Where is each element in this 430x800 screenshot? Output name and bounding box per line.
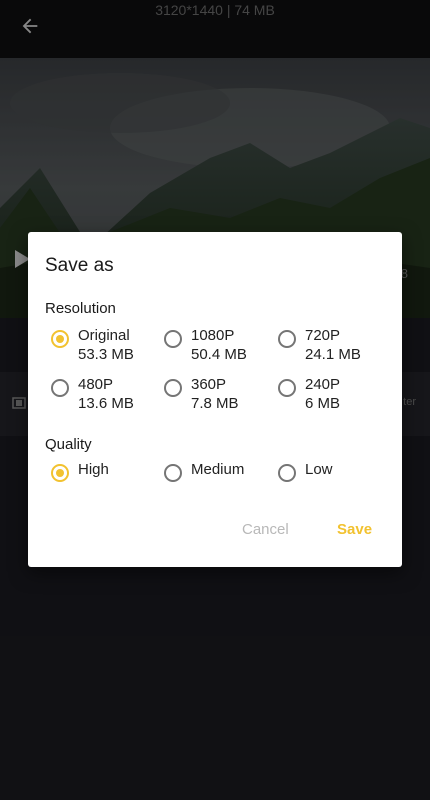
radio-button[interactable]: [51, 379, 69, 397]
option-size: 53.3 MB: [78, 346, 134, 363]
quality-option-high[interactable]: High: [51, 460, 109, 482]
resolution-option-1080p[interactable]: 1080P 50.4 MB: [164, 326, 247, 364]
quality-option-medium[interactable]: Medium: [164, 460, 244, 482]
radio-button[interactable]: [278, 464, 296, 482]
resolution-option-original[interactable]: Original 53.3 MB: [51, 326, 134, 364]
option-label: Medium: [191, 461, 245, 478]
save-button[interactable]: Save: [337, 521, 372, 538]
radio-button[interactable]: [164, 330, 182, 348]
resolution-option-480p[interactable]: 480P 13.6 MB: [51, 375, 134, 413]
radio-button[interactable]: [51, 330, 69, 348]
option-size: 7.8 MB: [191, 395, 239, 412]
editor-screen: 3120*1440 | 74 MB 8 ter Save as Resoluti…: [0, 0, 430, 800]
option-label: 720P: [305, 327, 341, 344]
quality-option-low[interactable]: Low: [278, 460, 333, 482]
option-size: 50.4 MB: [191, 346, 247, 363]
option-label: Low: [305, 461, 333, 478]
radio-button[interactable]: [51, 464, 69, 482]
option-label: 360P: [191, 376, 227, 393]
resolution-label: Resolution: [45, 300, 116, 317]
option-label: 480P: [78, 376, 114, 393]
radio-button[interactable]: [278, 330, 296, 348]
radio-button[interactable]: [164, 379, 182, 397]
save-as-dialog: Save as Resolution Original 53.3 MB 1080…: [28, 232, 402, 567]
option-label: 1080P: [191, 327, 235, 344]
option-size: 13.6 MB: [78, 395, 134, 412]
resolution-option-240p[interactable]: 240P 6 MB: [278, 375, 340, 413]
option-size: 24.1 MB: [305, 346, 361, 363]
option-label: High: [78, 461, 109, 478]
option-size: 6 MB: [305, 395, 341, 412]
dialog-title: Save as: [45, 255, 114, 276]
radio-button[interactable]: [278, 379, 296, 397]
resolution-option-360p[interactable]: 360P 7.8 MB: [164, 375, 239, 413]
option-label: 240P: [305, 376, 341, 393]
resolution-option-720p[interactable]: 720P 24.1 MB: [278, 326, 361, 364]
cancel-button[interactable]: Cancel: [242, 521, 289, 538]
radio-button[interactable]: [164, 464, 182, 482]
option-label: Original: [78, 327, 130, 344]
quality-label: Quality: [45, 436, 92, 453]
